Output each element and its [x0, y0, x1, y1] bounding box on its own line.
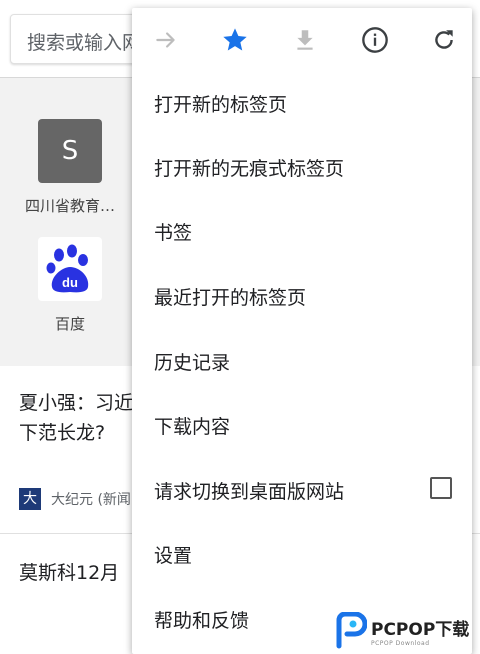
baidu-logo-text: du [62, 275, 78, 290]
menu-item-label: 最近打开的标签页 [154, 287, 307, 309]
watermark: PCPOP下载 PCPOP Download [333, 608, 480, 654]
download-icon [297, 30, 313, 50]
menu-item-label: 下载内容 [154, 416, 231, 438]
letter-tile-icon: S [38, 119, 102, 183]
menu-item-label: 历史记录 [154, 352, 231, 374]
menu-item-label: 设置 [154, 545, 193, 567]
menu-item-history[interactable]: 历史记录 [132, 328, 472, 392]
news-source-name: 大纪元 (新闻 [51, 492, 131, 508]
menu-item-label: 请求切换到桌面版网站 [154, 481, 345, 503]
bookmark-button[interactable] [213, 20, 257, 60]
tile-sichuan-education[interactable]: S 四川省教育… [15, 119, 125, 216]
news-article-title-2[interactable]: 莫斯科12月 [19, 558, 119, 585]
pcpop-logo-icon [336, 612, 367, 649]
forward-button[interactable] [144, 20, 188, 60]
overflow-menu: 打开新的标签页 打开新的无痕式标签页 书签 最近打开的标签页 历史记录 下载内容… [132, 8, 472, 654]
page-info-button[interactable] [353, 20, 397, 60]
source-logo-icon: 大 [19, 488, 41, 510]
menu-item-label: 书签 [154, 222, 193, 244]
download-button[interactable] [283, 20, 327, 60]
menu-item-settings[interactable]: 设置 [132, 521, 472, 585]
forward-arrow-icon [156, 32, 175, 48]
watermark-brand: PCPOP下载 [371, 620, 470, 640]
news-title-line2: 下范长龙? [19, 422, 106, 444]
menu-item-label: 帮助和反馈 [154, 610, 250, 632]
info-icon [362, 27, 388, 53]
news-source: 大 大纪元 (新闻 [19, 488, 131, 510]
tile-baidu[interactable]: du 百度 [15, 237, 125, 334]
menu-item-desktop-site[interactable]: 请求切换到桌面版网站 [132, 457, 472, 521]
menu-item-new-tab[interactable]: 打开新的标签页 [132, 70, 472, 134]
desktop-site-checkbox[interactable] [430, 477, 452, 499]
menu-item-label: 打开新的标签页 [154, 94, 288, 116]
tile-label: 百度 [54, 315, 85, 333]
menu-toolbar [132, 8, 472, 70]
news-article-title[interactable]: 夏小强：习近 下范长龙? [19, 388, 139, 448]
baidu-paw-icon: du [38, 237, 102, 301]
menu-item-recent-tabs[interactable]: 最近打开的标签页 [132, 263, 472, 327]
tile-label: 四川省教育… [24, 197, 115, 215]
reload-icon [435, 30, 453, 49]
menu-item-bookmarks[interactable]: 书签 [132, 198, 472, 262]
menu-item-new-incognito-tab[interactable]: 打开新的无痕式标签页 [132, 134, 472, 198]
reload-button[interactable] [422, 20, 466, 60]
bookmark-star-icon [223, 28, 247, 51]
watermark-sub: PCPOP Download [371, 640, 430, 647]
menu-item-downloads[interactable]: 下载内容 [132, 392, 472, 456]
menu-item-label: 打开新的无痕式标签页 [154, 158, 345, 180]
news-title-line1: 夏小强：习近 [19, 392, 134, 414]
